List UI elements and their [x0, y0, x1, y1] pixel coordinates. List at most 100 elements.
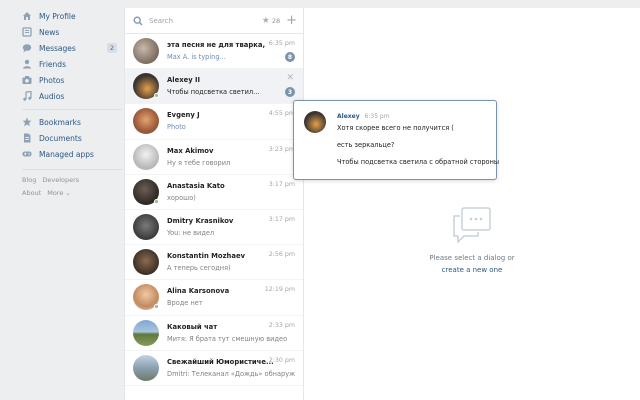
dialog-item[interactable]: Свежайший Юмористиче... Dmitri: Телекана… — [125, 351, 303, 386]
conversation-area: Please select a dialog or create a new o… — [304, 8, 640, 400]
friends-icon — [22, 59, 32, 69]
dialog-preview: Ну я тебе говорил — [167, 158, 231, 167]
nav-label: Photos — [39, 75, 65, 85]
message-time: 6:35 pm — [364, 113, 390, 120]
new-dialog-plus-icon[interactable]: + — [286, 14, 297, 27]
dialog-item[interactable]: Alina Karsonova Вроде нет 12:19 pm — [125, 280, 303, 316]
dialog-preview: А теперь сегодня) — [167, 264, 231, 273]
nav-item-documents[interactable]: Documents — [22, 130, 122, 146]
dialog-time: 2:56 pm — [268, 251, 295, 259]
message-meta: Alexey 6:35 pm — [337, 113, 390, 120]
nav-item-managed-apps[interactable]: Managed apps — [22, 146, 122, 162]
star-icon — [22, 117, 32, 127]
online-indicator — [154, 198, 159, 204]
nav-item-friends[interactable]: Friends — [22, 56, 122, 72]
dialog-preview: Вроде нет — [167, 299, 203, 308]
sender-name: Alexey — [337, 113, 360, 120]
gamepad-icon — [22, 149, 32, 159]
camera-icon — [22, 75, 32, 85]
empty-state: Please select a dialog or create a new o… — [304, 206, 640, 274]
avatar — [133, 143, 159, 170]
empty-state-text: Please select a dialog or — [429, 254, 515, 262]
dialog-item[interactable]: Dmitry Krasnikov You: не видел 3:17 pm — [125, 210, 303, 246]
avatar — [133, 284, 159, 311]
footer-links: About More ⌄ — [22, 187, 122, 198]
nav-item-news[interactable]: News — [22, 24, 122, 40]
message-preview-popup[interactable]: Alexey 6:35 pm Хотя скорее всего не полу… — [293, 100, 500, 180]
nav-label: Managed apps — [39, 149, 94, 159]
avatar — [133, 354, 159, 381]
footer-links: Blog Developers — [22, 174, 122, 185]
dialog-preview: Dmitri: Телеканал «Дождь» обнаружил... — [167, 369, 295, 378]
avatar — [133, 249, 159, 276]
favorites-star-icon[interactable]: ★ — [262, 16, 270, 26]
nav-item-audios[interactable]: Audios — [22, 88, 122, 104]
nav-divider — [22, 109, 122, 110]
nav-item-my-profile[interactable]: My Profile — [22, 8, 122, 24]
dialog-time: 4:55 pm — [268, 110, 295, 118]
avatar — [133, 73, 159, 100]
online-indicator — [154, 304, 159, 310]
avatar — [133, 178, 159, 205]
left-navigation: My Profile News Messages 2 Friends Photo… — [22, 8, 122, 198]
dialog-preview: Митя: Я брата тут смешную видео — [167, 334, 288, 343]
dialog-preview: Чтобы подсветка светил... — [167, 88, 260, 97]
search-input[interactable] — [149, 16, 260, 25]
online-indicator — [154, 93, 159, 99]
messages-count-badge: 2 — [106, 43, 117, 53]
message-line: есть зеркальце? — [337, 141, 395, 149]
developers-link[interactable]: Developers — [42, 176, 79, 184]
dialog-time: 3:17 pm — [268, 180, 295, 188]
dialog-preview: хорошо) — [167, 193, 196, 202]
avatar — [304, 111, 326, 133]
nav-label: News — [39, 27, 60, 37]
create-new-dialog-link[interactable]: create a new one — [304, 266, 640, 274]
nav-label: Documents — [39, 133, 82, 143]
dialog-item[interactable]: эта песня не для тварка, Max A. is typin… — [125, 34, 303, 70]
close-icon[interactable]: ✕ — [286, 73, 294, 83]
nav-item-messages[interactable]: Messages 2 — [22, 40, 122, 56]
messages-icon — [22, 43, 32, 53]
avatar — [133, 38, 159, 65]
nav-divider — [22, 169, 122, 170]
nav-item-photos[interactable]: Photos — [22, 72, 122, 88]
chat-bubble-icon — [452, 206, 492, 244]
dialog-item[interactable]: Alexey II Чтобы подсветка светил... ✕ 3 — [125, 69, 303, 105]
avatar — [133, 108, 159, 135]
dialog-preview: Max A. is typing... — [167, 53, 226, 62]
dialog-time: 12:19 pm — [264, 286, 295, 294]
music-icon — [22, 91, 32, 101]
nav-label: Friends — [39, 59, 66, 69]
dialog-time: 3:23 pm — [268, 145, 295, 153]
nav-label: Messages — [39, 43, 76, 53]
nav-item-bookmarks[interactable]: Bookmarks — [22, 114, 122, 130]
dialog-item[interactable]: Max Akimov Ну я тебе говорил 3:23 pm — [125, 140, 303, 175]
search-bar: ★ 28 + — [125, 8, 303, 34]
dialog-item[interactable]: Каковый чат Митя: Я брата тут смешную ви… — [125, 316, 303, 351]
blog-link[interactable]: Blog — [22, 176, 36, 184]
nav-label: Audios — [39, 91, 65, 101]
news-icon — [22, 27, 32, 37]
dialog-time: 3:17 pm — [268, 215, 295, 223]
dialog-list-panel: ★ 28 + эта песня не для тварка, Max A. i… — [124, 8, 304, 400]
dialog-item[interactable]: Evgeny J Photo 4:55 pm — [125, 104, 303, 140]
nav-label: My Profile — [39, 11, 76, 21]
dialog-time: 2:30 pm — [268, 356, 295, 364]
search-icon — [133, 16, 143, 26]
dialog-time: 6:35 pm — [268, 40, 295, 47]
message-line: Чтобы подсветка светила с обратной сторо… — [337, 158, 500, 166]
dialog-item[interactable]: Anastasia Kato хорошо) 3:17 pm — [125, 175, 303, 210]
dialog-body: Alexey II Чтобы подсветка светил... — [167, 76, 295, 96]
dialog-preview: Photo — [167, 123, 186, 132]
top-strip — [0, 0, 640, 8]
nav-label: Bookmarks — [39, 117, 81, 127]
dialog-item[interactable]: Konstantin Mozhaev А теперь сегодня) 2:5… — [125, 245, 303, 281]
dialog-name: Alexey II — [167, 76, 201, 85]
dialog-time: 2:33 pm — [268, 321, 295, 329]
documents-icon — [22, 133, 32, 143]
about-link[interactable]: About — [22, 189, 41, 197]
dialog-preview: You: не видел — [167, 229, 215, 238]
more-link[interactable]: More ⌄ — [47, 189, 71, 197]
message-line: Хотя скорее всего не получится ( — [337, 124, 454, 132]
avatar — [133, 319, 159, 346]
